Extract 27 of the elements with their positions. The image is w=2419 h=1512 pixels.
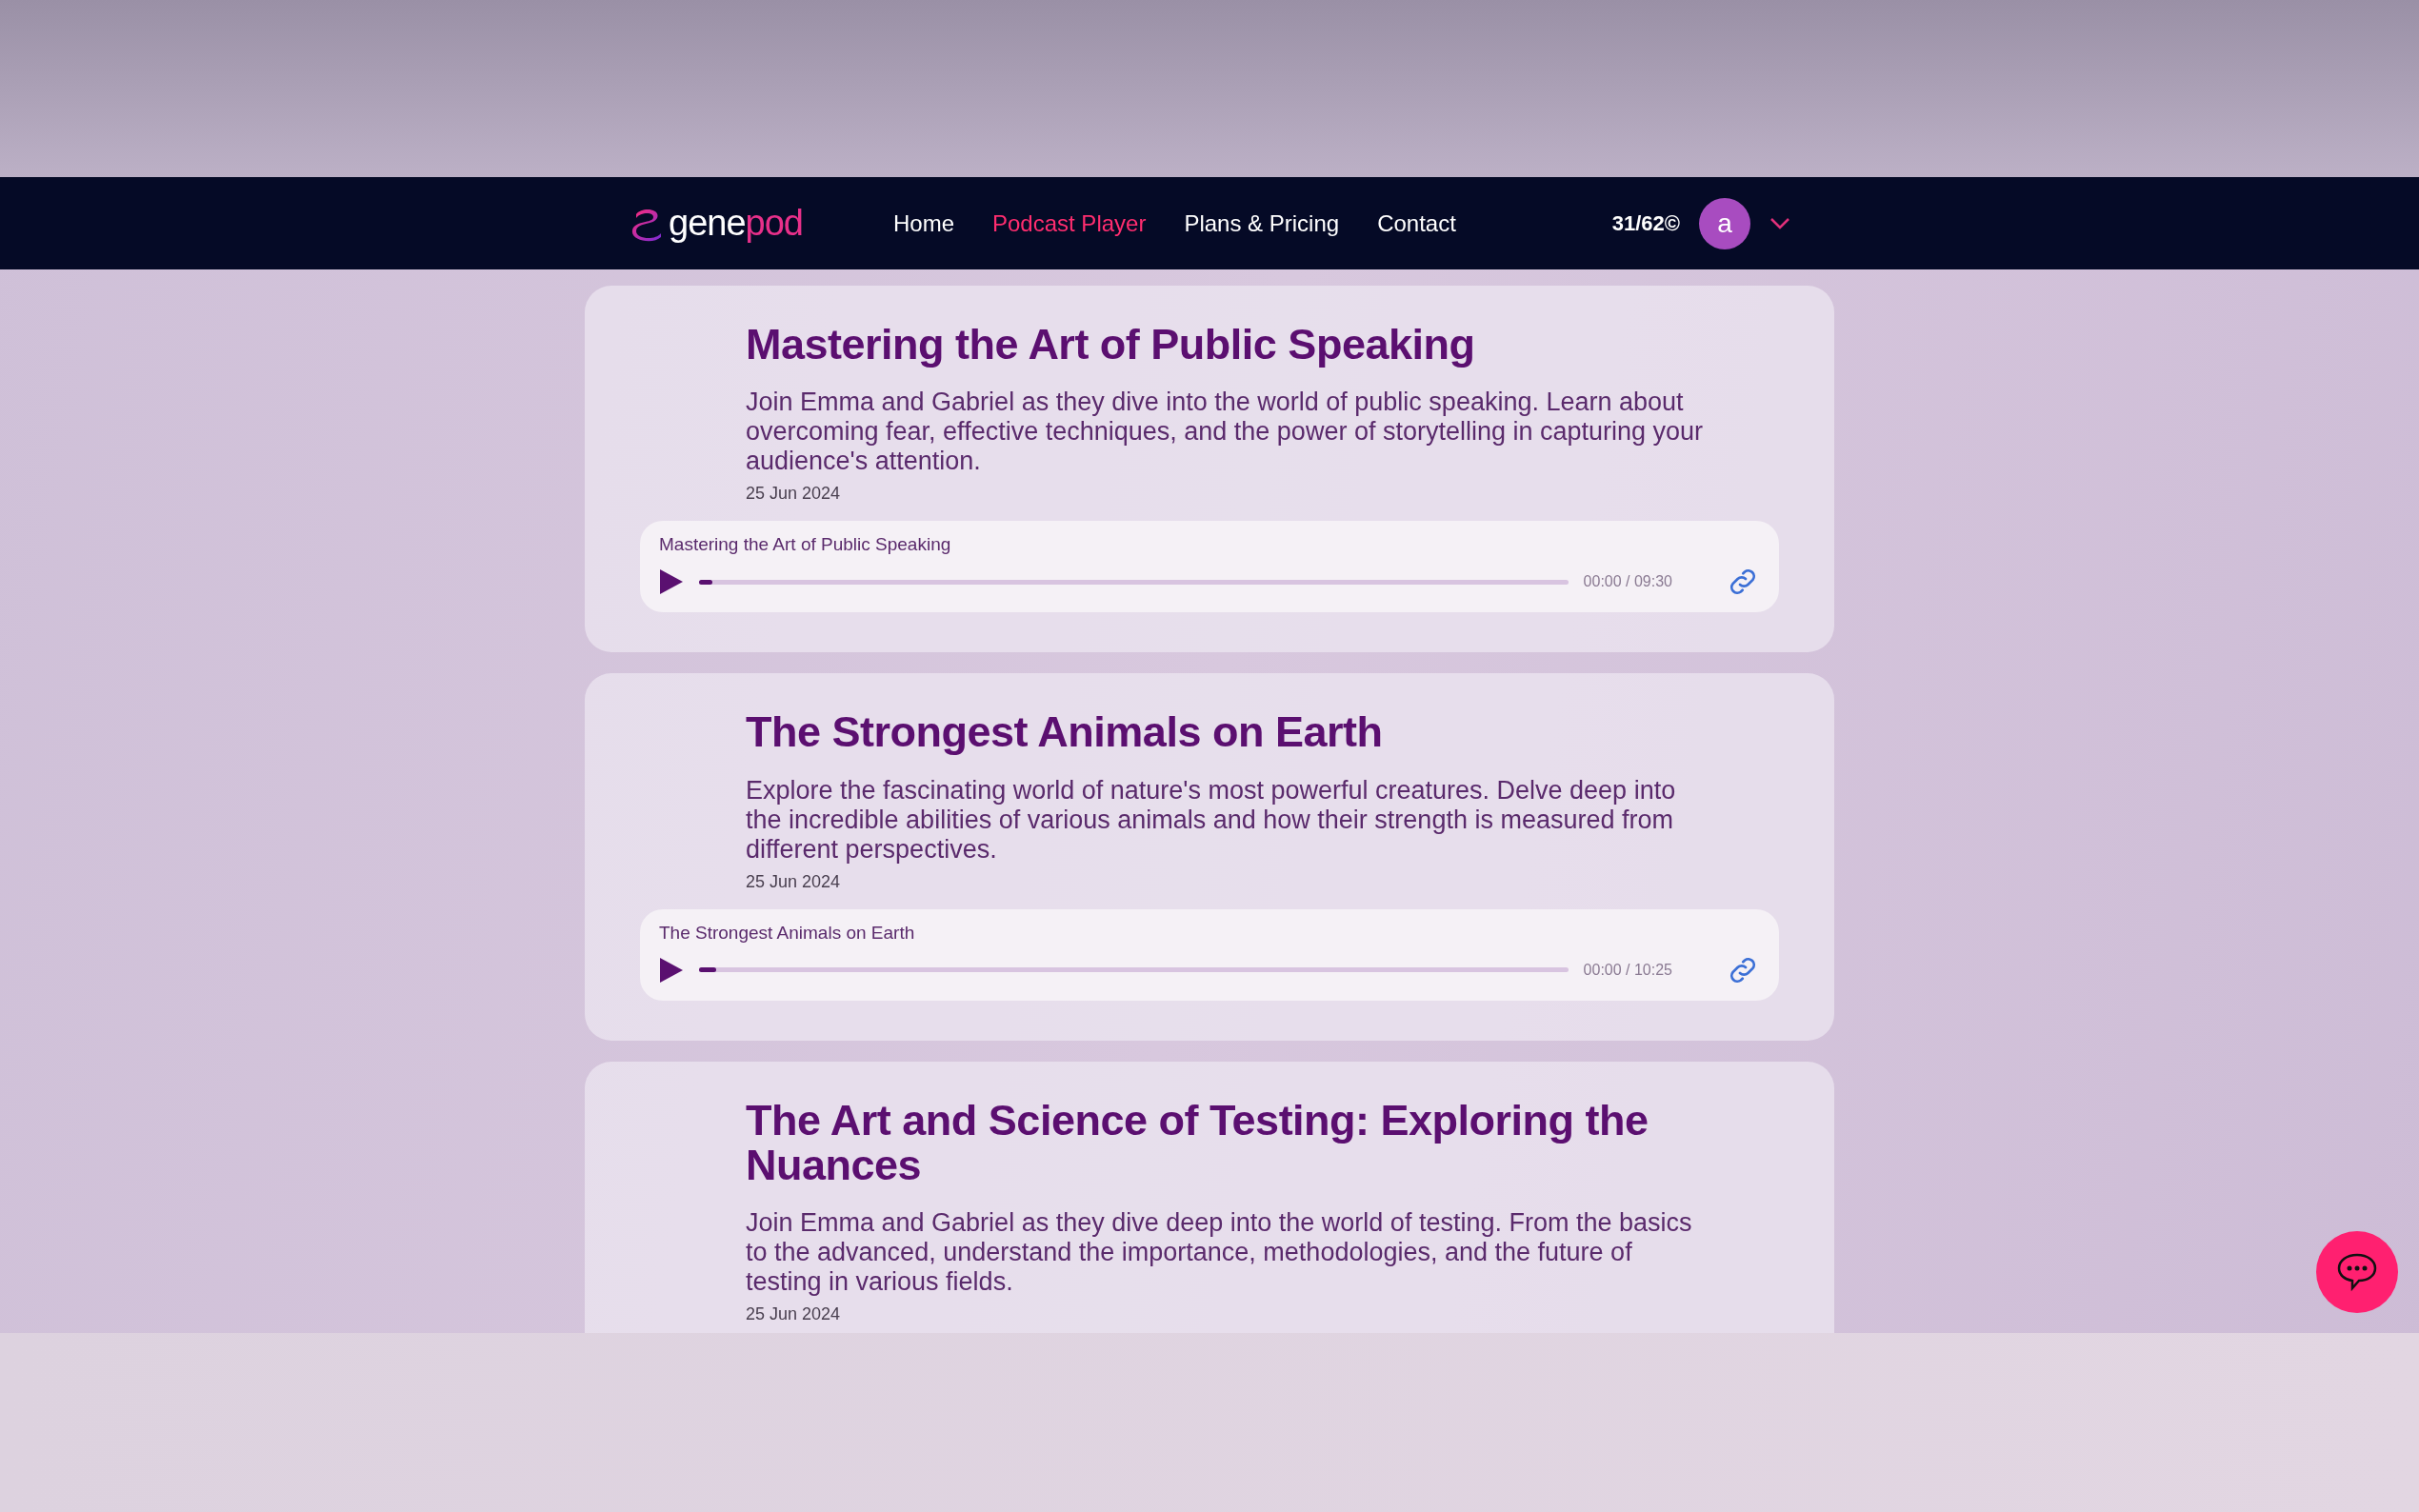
- episode-description: Join Emma and Gabriel as they dive into the world of public speaking. Learn about overcoming fear, effective techniques, and the power of storytelling in capturing your audience's attention.: [746, 388, 1705, 477]
- progress-track[interactable]: [699, 967, 1569, 973]
- credits-count: 31/62©: [1611, 210, 1680, 236]
- play-icon[interactable]: [659, 956, 684, 984]
- episode-title: The Art and Science of Testing: Exploring the Nuances: [746, 1097, 1649, 1188]
- episode-date: 25 Jun 2024: [746, 871, 842, 892]
- episode-title: The Strongest Animals on Earth: [746, 709, 1384, 755]
- nav-link[interactable]: Home: [892, 209, 954, 237]
- episode-title: Mastering the Art of Public Speaking: [746, 322, 1476, 368]
- playback-time: 00:00 / 10:25: [1583, 961, 1672, 979]
- episode-date: 25 Jun 2024: [746, 1304, 842, 1325]
- chat-bubble-icon: [2336, 1252, 2378, 1292]
- episode-date: 25 Jun 2024: [746, 484, 842, 505]
- chevron-down-icon[interactable]: [1769, 216, 1790, 230]
- logo-text: genepod: [669, 203, 803, 244]
- episode-description: Explore the fascinating world of nature's most powerful creatures. Delve deep into the incredible abilities of various animals and how their strength is measured from different perspectives.: [746, 775, 1677, 865]
- nav-link[interactable]: Podcast Player: [992, 209, 1147, 237]
- playback-time: 00:00 / 09:30: [1583, 573, 1672, 591]
- nav-link[interactable]: Contact: [1377, 209, 1456, 237]
- logo[interactable]: genepod: [629, 203, 803, 244]
- player-title: The Strongest Animals on Earth: [659, 922, 916, 944]
- play-icon[interactable]: [659, 568, 684, 596]
- avatar[interactable]: a: [1699, 197, 1750, 249]
- progress-track[interactable]: [699, 579, 1569, 585]
- episode-description: Join Emma and Gabriel as they dive deep into the world of testing. From the basics to the advanced, understand the importance, methodologies, and the future of testing in various fields.: [746, 1208, 1693, 1298]
- player-title: Mastering the Art of Public Speaking: [659, 534, 952, 556]
- nav-link[interactable]: Plans & Pricing: [1184, 209, 1340, 237]
